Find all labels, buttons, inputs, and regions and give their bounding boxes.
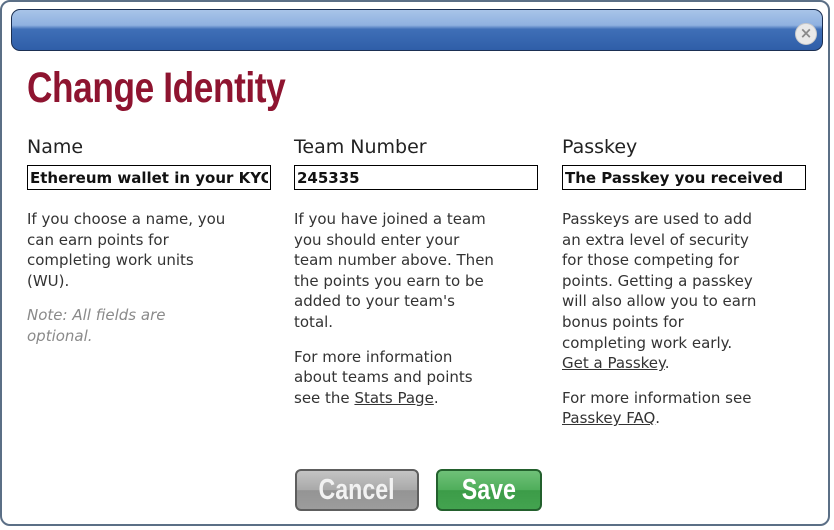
- get-passkey-link[interactable]: Get a Passkey: [562, 354, 665, 372]
- team-more-suffix: .: [433, 388, 439, 407]
- team-column: Team Number If you have joined a team yo…: [294, 136, 542, 408]
- passkey-desc-text: Passkeys are used to add an extra level …: [562, 210, 757, 352]
- team-description: If you have joined a team you should ent…: [294, 210, 494, 331]
- passkey-more-suffix: .: [655, 409, 661, 428]
- name-description: If you choose a name, you can earn point…: [27, 210, 226, 290]
- dialog-title: Change Identity: [27, 64, 286, 112]
- passkey-faq-link[interactable]: Passkey FAQ: [562, 409, 655, 427]
- cancel-button[interactable]: Cancel: [295, 469, 419, 511]
- name-input[interactable]: [27, 165, 271, 190]
- passkey-more-text: For more information see: [562, 388, 752, 407]
- passkey-label: Passkey: [562, 136, 638, 158]
- dialog-titlebar[interactable]: ×: [11, 9, 823, 51]
- name-label: Name: [27, 136, 84, 158]
- passkey-more-info: For more information see Passkey FAQ.: [562, 388, 762, 429]
- change-identity-dialog: × Change Identity Name If you choose a n…: [0, 0, 830, 526]
- team-number-input[interactable]: [294, 165, 538, 190]
- passkey-input[interactable]: [562, 165, 806, 190]
- save-button-label: Save: [461, 474, 517, 506]
- close-icon[interactable]: ×: [795, 23, 817, 45]
- get-passkey-suffix: .: [664, 354, 670, 373]
- stats-page-link[interactable]: Stats Page: [354, 389, 433, 407]
- name-column: Name If you choose a name, you can earn …: [27, 136, 275, 347]
- team-number-label: Team Number: [294, 136, 427, 158]
- passkey-description: Passkeys are used to add an extra level …: [562, 209, 762, 374]
- passkey-column: Passkey Passkeys are used to add an extr…: [562, 136, 810, 429]
- team-more-info: For more information about teams and poi…: [294, 347, 484, 409]
- optional-note: Note: All fields are optional.: [27, 306, 166, 345]
- cancel-button-label: Cancel: [318, 474, 396, 506]
- save-button[interactable]: Save: [436, 469, 542, 511]
